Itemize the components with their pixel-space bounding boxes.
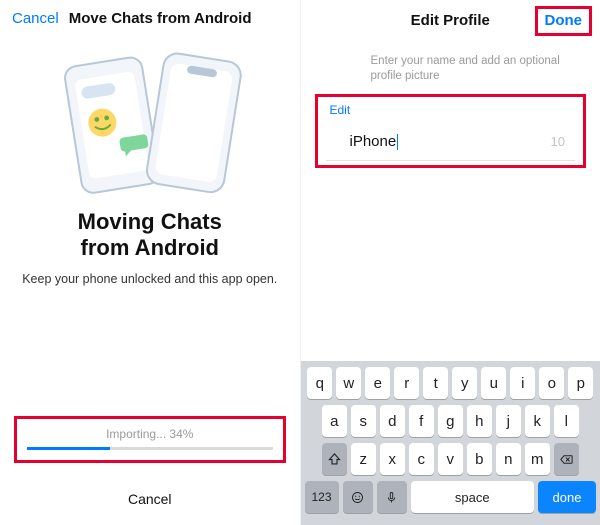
key-x[interactable]: x [380, 443, 405, 475]
bottom-cancel-button[interactable]: Cancel [0, 491, 300, 507]
key-f[interactable]: f [409, 405, 434, 437]
numbers-key[interactable]: 123 [305, 481, 339, 513]
progress-area: Importing... 34% [14, 416, 286, 463]
right-header: Edit Profile Done [301, 0, 600, 40]
emoji-icon [350, 490, 365, 505]
keyboard-done-key[interactable]: done [538, 481, 596, 513]
done-button[interactable]: Done [545, 12, 583, 29]
key-i[interactable]: i [510, 367, 535, 399]
backspace-icon [559, 452, 574, 467]
name-input[interactable]: iPhone [350, 133, 551, 150]
left-header: Cancel Move Chats from Android [0, 0, 300, 37]
moving-title-line2: from Android [0, 235, 300, 261]
key-v[interactable]: v [438, 443, 463, 475]
ios-keyboard[interactable]: q w e r t y u i o p a s d f g h j k l [301, 361, 600, 525]
key-o[interactable]: o [539, 367, 564, 399]
progress-fill [27, 447, 110, 450]
key-c[interactable]: c [409, 443, 434, 475]
key-m[interactable]: m [525, 443, 550, 475]
page-title: Move Chats from Android [69, 10, 252, 27]
text-caret [397, 134, 398, 150]
name-char-count: 10 [551, 134, 565, 149]
keyboard-row-2: a s d f g h j k l [305, 405, 597, 437]
key-w[interactable]: w [336, 367, 361, 399]
name-value: iPhone [350, 133, 397, 150]
key-k[interactable]: k [525, 405, 550, 437]
profile-hint: Enter your name and add an optional prof… [301, 40, 600, 94]
cancel-button[interactable]: Cancel [12, 10, 59, 27]
key-r[interactable]: r [394, 367, 419, 399]
mic-icon [384, 490, 399, 505]
key-b[interactable]: b [467, 443, 492, 475]
key-p[interactable]: p [568, 367, 593, 399]
key-y[interactable]: y [452, 367, 477, 399]
keyboard-row-1: q w e r t y u i o p [305, 367, 597, 399]
keyboard-row-3: z x c v b n m [305, 443, 597, 475]
key-e[interactable]: e [365, 367, 390, 399]
moving-subtitle: Keep your phone unlocked and this app op… [0, 272, 300, 286]
key-g[interactable]: g [438, 405, 463, 437]
shift-key[interactable] [322, 443, 347, 475]
moving-title-line1: Moving Chats [0, 209, 300, 235]
importing-label: Importing... 34% [27, 427, 273, 441]
mic-key[interactable] [377, 481, 407, 513]
progress-highlight: Importing... 34% [14, 416, 286, 463]
key-s[interactable]: s [351, 405, 376, 437]
done-highlight: Done [535, 6, 593, 36]
key-h[interactable]: h [467, 405, 492, 437]
edit-profile-title: Edit Profile [411, 12, 490, 29]
emoji-key[interactable] [343, 481, 373, 513]
edit-label[interactable]: Edit [330, 103, 576, 117]
name-edit-highlight: Edit iPhone 10 [315, 94, 587, 168]
backspace-key[interactable] [554, 443, 579, 475]
shift-icon [327, 452, 342, 467]
key-t[interactable]: t [423, 367, 448, 399]
key-q[interactable]: q [307, 367, 332, 399]
key-j[interactable]: j [496, 405, 521, 437]
name-field-row[interactable]: iPhone 10 [326, 127, 576, 161]
space-key[interactable]: space [411, 481, 535, 513]
phones-illustration [0, 47, 300, 197]
key-a[interactable]: a [322, 405, 347, 437]
progress-track [27, 447, 273, 450]
edit-profile-screen: Edit Profile Done Enter your name and ad… [301, 0, 600, 525]
keyboard-row-4: 123 space done [305, 481, 597, 513]
key-u[interactable]: u [481, 367, 506, 399]
key-z[interactable]: z [351, 443, 376, 475]
move-chats-screen: Cancel Move Chats from Android [0, 0, 301, 525]
moving-title: Moving Chats from Android [0, 209, 300, 262]
key-l[interactable]: l [554, 405, 579, 437]
key-n[interactable]: n [496, 443, 521, 475]
key-d[interactable]: d [380, 405, 405, 437]
